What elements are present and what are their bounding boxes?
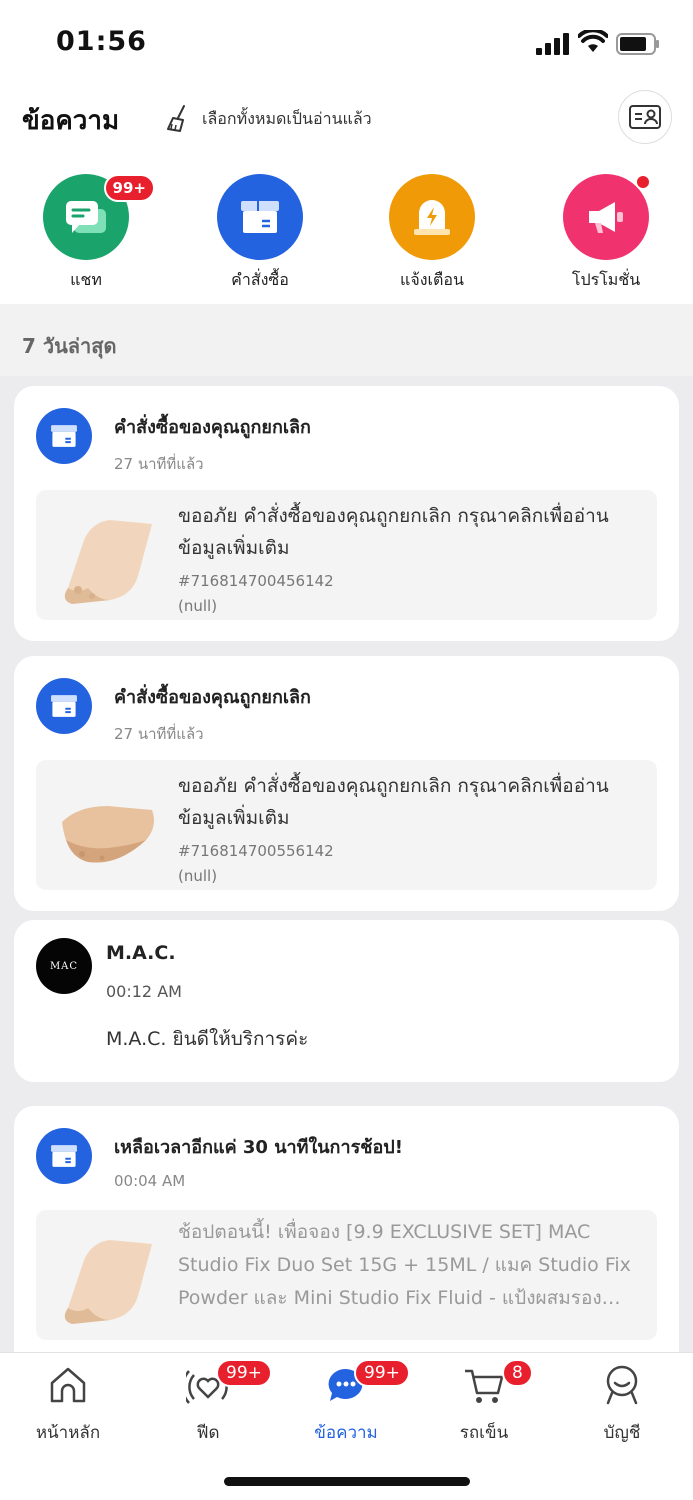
order-avatar [36,678,92,734]
message-card[interactable]: คำสั่งซื้อของคุณถูกยกเลิก 27 นาทีที่แล้ว… [14,386,679,641]
message-preview: ขออภัย คำสั่งซื้อของคุณถูกยกเลิก กรุณาคล… [36,490,657,620]
message-body-line: Studio Fix Duo Set 15G + 15ML / แมค Stud… [178,1254,631,1276]
order-extra: (null) [178,597,218,615]
message-preview: ขออภัย คำสั่งซื้อของคุณถูกยกเลิก กรุณาคล… [36,760,657,890]
status-bar: 01:56 [0,0,693,88]
message-body-line: Powder และ Mini Studio Fix Fluid - แป้งผ… [178,1287,621,1309]
message-title: คำสั่งซื้อของคุณถูกยกเลิก [114,417,311,438]
section-header: 7 วันล่าสุด [0,304,693,376]
bottom-navigation: หน้าหลัก 99+ ฟีด 99+ ข้อความ 8 รถเข็น บั… [0,1352,693,1500]
category-promotions[interactable]: โปรโมชั่น [536,174,676,293]
message-body: ช้อปตอนนี้! เพื่อจอง [9.9 EXCLUSIVE SET]… [178,1216,648,1315]
message-title: เหลือเวลาอีกแค่ 30 นาทีในการช้อป! [114,1137,403,1158]
category-label: แชท [70,270,102,289]
nav-messages[interactable]: 99+ ข้อความ [286,1359,410,1446]
chat-category-circle: 99+ [43,174,155,260]
account-icon [606,1365,638,1405]
category-label: โปรโมชั่น [571,270,641,289]
message-time: 27 นาทีที่แล้ว [114,455,204,473]
cellular-signal-icon [536,33,569,55]
message-categories: 99+ แชท คำสั่งซื้อ แจ้งเตือน โปรโมชั่น [0,168,693,302]
broom-icon [167,105,185,132]
message-preview: ช้อปตอนนี้! เพื่อจอง [9.9 EXCLUSIVE SET]… [36,1210,657,1340]
nav-label: ข้อความ [314,1423,378,1443]
order-avatar [36,408,92,464]
page-title: ข้อความ [22,106,120,136]
category-notifications[interactable]: แจ้งเตือน [362,174,502,293]
contact-card-icon [629,105,661,129]
box-icon [51,1145,77,1167]
box-icon [51,695,77,717]
header: ข้อความ เลือกทั้งหมดเป็นอ่านแล้ว [0,88,693,150]
message-body-line: ข้อมูลเพิ่มเติม [178,807,290,829]
message-feed: คำสั่งซื้อของคุณถูกยกเลิก 27 นาทีที่แล้ว… [0,376,693,1352]
message-body-line: ขออภัย คำสั่งซื้อของคุณถูกยกเลิก กรุณาคล… [178,505,609,527]
chat-card[interactable]: MAC M.A.C. 00:12 AM M.A.C. ยินดีให้บริกา… [14,920,679,1082]
section-title: 7 วันล่าสุด [22,334,117,358]
wifi-icon [578,30,608,52]
mac-logo: MAC [36,938,92,994]
nav-label: รถเข็น [459,1423,509,1443]
orders-category-circle [217,174,303,260]
alert-icon [414,200,450,235]
home-icon [50,1367,86,1403]
nav-cart[interactable]: 8 รถเข็น [424,1359,544,1446]
message-body-line: ขออภัย คำสั่งซื้อของคุณถูกยกเลิก กรุณาคล… [178,775,609,797]
message-time: 27 นาทีที่แล้ว [114,725,204,743]
category-orders[interactable]: คำสั่งซื้อ [190,174,330,293]
message-body-line: ข้อมูลเพิ่มเติม [178,537,290,559]
feed-badge: 99+ [216,1359,272,1387]
order-extra: (null) [178,867,218,885]
nav-account[interactable]: บัญชี [562,1363,682,1446]
cart-icon [465,1369,504,1403]
promotions-unread-dot [635,174,651,190]
nav-label: บัญชี [603,1423,641,1443]
category-label: แจ้งเตือน [400,270,464,289]
promotions-category-circle [563,174,651,260]
notifications-category-circle [389,174,475,260]
order-number: #716814700456142 [178,572,334,590]
product-thumbnail [62,806,154,863]
nav-label: ฟีด [196,1423,220,1443]
nav-home[interactable]: หน้าหลัก [8,1363,128,1446]
mark-all-read-button[interactable]: เลือกทั้งหมดเป็นอ่านแล้ว [164,104,372,134]
battery-icon [616,33,659,55]
nav-label: หน้าหลัก [35,1423,101,1443]
home-indicator [224,1477,470,1486]
message-title: คำสั่งซื้อของคุณถูกยกเลิก [114,687,311,708]
box-icon [241,201,279,233]
message-body: ขออภัย คำสั่งซื้อของคุณถูกยกเลิก กรุณาคล… [178,500,648,564]
message-card[interactable]: คำสั่งซื้อของคุณถูกยกเลิก 27 นาทีที่แล้ว… [14,656,679,911]
order-avatar [36,1128,92,1184]
megaphone-icon [589,202,623,233]
chat-preview: M.A.C. ยินดีให้บริการค่ะ [106,1028,309,1050]
nav-feed[interactable]: 99+ ฟีด [148,1359,272,1446]
category-label: คำสั่งซื้อ [231,270,289,289]
product-thumbnail [64,1240,152,1324]
contacts-button[interactable] [618,90,672,144]
product-thumbnail [64,520,152,604]
chat-sender: M.A.C. [106,942,176,964]
message-body-line: ช้อปตอนนี้! เพื่อจอง [9.9 EXCLUSIVE SET]… [178,1221,591,1243]
cart-badge: 8 [502,1359,533,1387]
message-body: ขออภัย คำสั่งซื้อของคุณถูกยกเลิก กรุณาคล… [178,770,648,834]
messages-badge: 99+ [354,1359,410,1387]
box-icon [51,425,77,447]
message-time: 00:04 AM [114,1172,186,1190]
category-chat[interactable]: 99+ แชท [16,174,156,293]
mac-logo-text: MAC [49,960,79,972]
message-card[interactable]: เหลือเวลาอีกแค่ 30 นาทีในการช้อป! 00:04 … [14,1106,679,1352]
chat-icon [66,201,106,233]
chat-unread-badge: 99+ [103,174,155,202]
chat-time: 00:12 AM [106,982,182,1001]
mark-all-read-label: เลือกทั้งหมดเป็นอ่านแล้ว [202,108,372,128]
status-time: 01:56 [56,26,147,57]
order-number: #716814700556142 [178,842,334,860]
